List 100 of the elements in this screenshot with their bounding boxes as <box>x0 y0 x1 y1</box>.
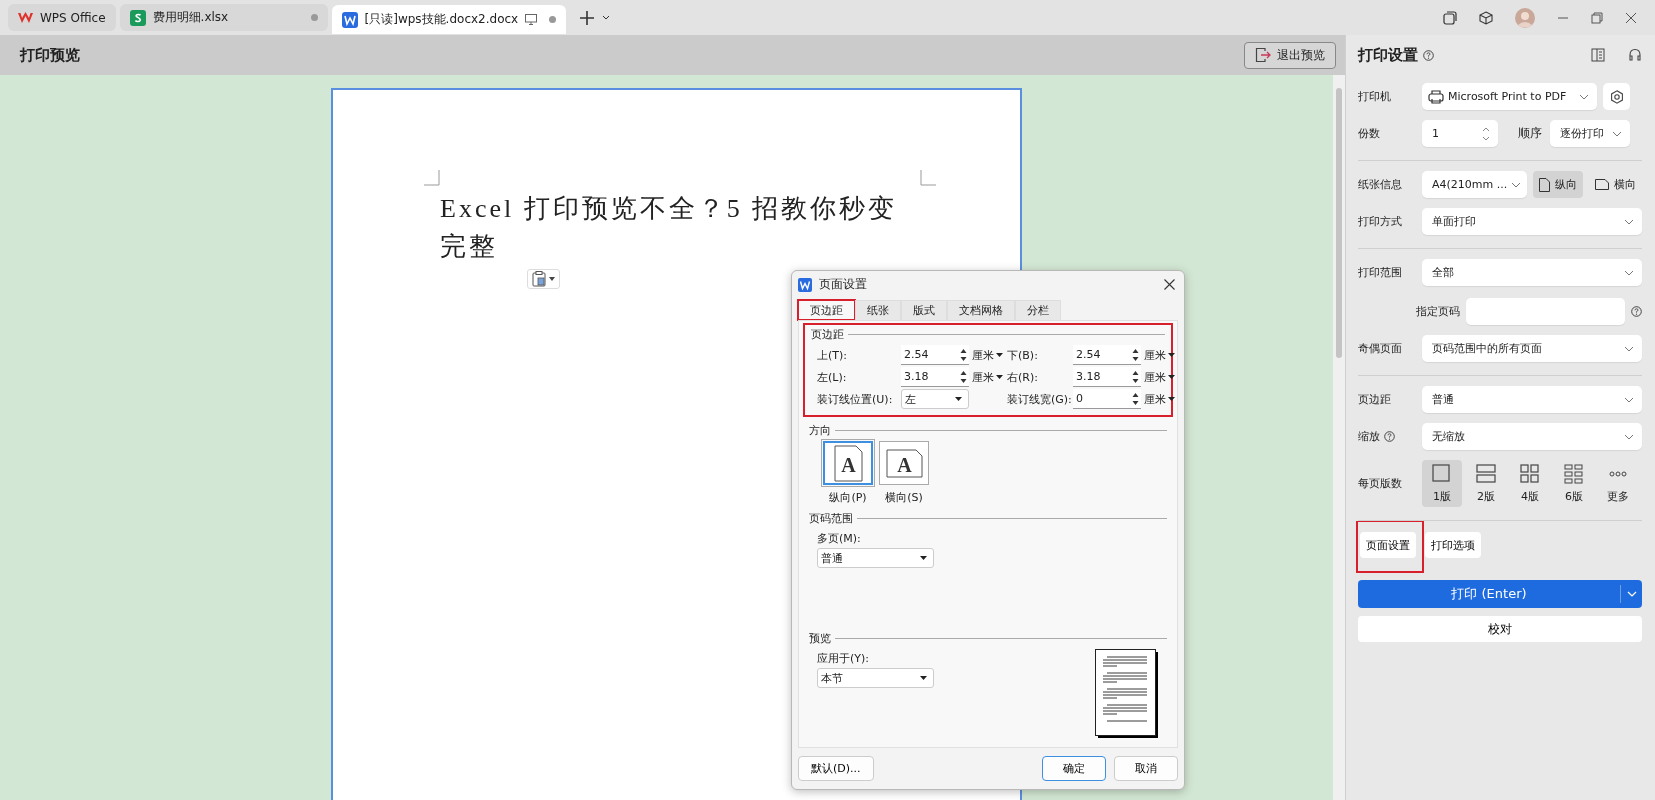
action-button[interactable]: 打印选项 <box>1425 532 1481 558</box>
input-field[interactable]: 3.18 <box>901 367 969 387</box>
field-label: 页边距 <box>1358 392 1391 407</box>
orientation-button[interactable]: 横向 <box>1589 171 1642 198</box>
pages-per-sheet-option[interactable]: 4版 <box>1510 460 1550 507</box>
field-label: 打印方式 <box>1358 214 1402 229</box>
orientation-option[interactable]: A <box>823 441 873 485</box>
unit-dropdown[interactable]: 厘米 <box>1141 391 1179 407</box>
unit-dropdown[interactable]: 厘米 <box>1141 347 1179 363</box>
document-title: Excel 打印预览不全？5 招教你秒变完整 <box>440 193 899 263</box>
paste-options-button[interactable] <box>527 269 560 289</box>
dot-icon <box>549 16 557 23</box>
dropdown[interactable]: 单面打印 <box>1422 208 1642 235</box>
document-icon <box>798 277 812 292</box>
tab[interactable]: 纸张 <box>855 300 901 320</box>
chevron-icon[interactable] <box>602 15 611 20</box>
dropdown[interactable]: 逐份打印 <box>1550 120 1630 147</box>
field-label: 装订线位置(U): <box>817 391 894 407</box>
landscape-page-icon <box>1595 179 1609 190</box>
chevron-icon <box>1624 218 1634 225</box>
field-label: 奇偶页面 <box>1358 341 1402 356</box>
layout-icon <box>1432 463 1452 484</box>
pages-per-sheet-option[interactable]: 6版 <box>1554 460 1594 507</box>
document-icon <box>341 11 358 28</box>
exit-preview-button[interactable]: 退出预览 <box>1244 41 1336 69</box>
dropdown[interactable]: 普通 <box>1422 386 1642 413</box>
tab[interactable]: WPS Office <box>8 4 116 31</box>
dot-icon <box>310 14 318 21</box>
tab[interactable]: 分栏 <box>1015 300 1061 320</box>
field-label: 份数 <box>1358 126 1380 141</box>
help-icon <box>1631 306 1642 317</box>
field-label: 指定页码 <box>1416 304 1460 319</box>
spinner-icon <box>1482 125 1490 142</box>
chevron-icon <box>1624 269 1634 276</box>
layout-icon <box>1520 463 1540 484</box>
pages-per-sheet-option[interactable]: 2版 <box>1466 460 1506 507</box>
copies-field[interactable]: 1 <box>1422 120 1498 147</box>
pages-per-sheet-option[interactable]: 更多 <box>1598 460 1638 507</box>
dropdown[interactable]: 左 <box>901 389 969 409</box>
restore-icon[interactable] <box>1591 11 1603 24</box>
field-label: 纸张信息 <box>1358 177 1402 192</box>
unit-dropdown[interactable]: 厘米 <box>969 369 1007 385</box>
headset-icon[interactable] <box>1628 48 1642 62</box>
panel-layout-icon[interactable] <box>1591 48 1605 62</box>
close-icon[interactable] <box>1164 279 1175 290</box>
orientation-button[interactable]: 纵向 <box>1533 171 1583 198</box>
tab[interactable]: [只读]wps技能.docx2.docx <box>331 5 567 34</box>
corner-mark-icon <box>920 170 936 186</box>
field-label: 顺序 <box>1518 125 1543 142</box>
orientation-option[interactable]: A <box>879 441 929 485</box>
print-button[interactable]: 打印 (Enter) <box>1358 580 1642 608</box>
printer-dropdown[interactable]: Microsoft Print to PDF <box>1422 83 1597 110</box>
dropdown[interactable]: 无缩放 <box>1422 423 1642 450</box>
dropdown[interactable]: 普通 <box>817 548 934 568</box>
portrait-page-icon <box>1539 177 1550 192</box>
unit-dropdown[interactable]: 厘米 <box>1141 369 1179 385</box>
printer-settings-button[interactable] <box>1603 83 1630 110</box>
dialog-title: 页面设置 <box>819 276 867 293</box>
input-field[interactable]: 0 <box>1073 389 1141 409</box>
input-field[interactable]: 2.54 <box>1073 345 1141 365</box>
default-button[interactable]: 默认(D)... <box>798 756 874 781</box>
dropdown[interactable]: 本节 <box>817 668 934 688</box>
tab[interactable]: 页边距 <box>798 300 855 320</box>
field-label: 上(T): <box>817 347 848 363</box>
plus-icon[interactable] <box>580 10 595 25</box>
field-label: 每页版数 <box>1358 476 1402 491</box>
cube-icon[interactable] <box>1479 10 1493 25</box>
section-heading: 页边距 <box>811 326 844 342</box>
action-button[interactable]: 页面设置 <box>1360 532 1416 558</box>
chevron-icon <box>1624 396 1634 403</box>
wps-logo-icon <box>18 11 33 24</box>
pages-per-sheet-option[interactable]: 1版 <box>1422 460 1462 507</box>
field-label: 多页(M): <box>817 531 862 546</box>
window-copy-icon[interactable] <box>1443 10 1457 25</box>
close-icon[interactable] <box>1625 11 1637 24</box>
monitor-icon <box>525 14 538 25</box>
scrollbar[interactable] <box>1333 75 1345 800</box>
settings-icon <box>1609 89 1624 104</box>
caret-icon <box>996 375 1003 379</box>
ok-button[interactable]: 确定 <box>1042 756 1106 781</box>
tab[interactable]: 文档网格 <box>947 300 1015 320</box>
chevron-icon <box>1612 130 1622 137</box>
corner-mark-icon <box>424 170 440 186</box>
page-number-field[interactable] <box>1466 298 1625 325</box>
section-heading: 方向 <box>809 422 831 438</box>
input-field[interactable]: 3.18 <box>1073 367 1141 387</box>
option-label: 纵向(P) <box>829 490 867 505</box>
spreadsheet-icon <box>129 9 146 26</box>
input-field[interactable]: 2.54 <box>901 345 969 365</box>
cancel-button[interactable]: 取消 <box>1114 756 1178 781</box>
caret-icon <box>996 353 1003 357</box>
dropdown[interactable]: 全部 <box>1422 259 1642 286</box>
exit-icon <box>1255 47 1271 63</box>
tab[interactable]: 费用明细.xlsx <box>119 4 328 31</box>
caret-icon <box>920 556 927 560</box>
proofread-button[interactable]: 校对 <box>1358 616 1642 642</box>
tab[interactable]: 版式 <box>901 300 947 320</box>
unit-dropdown[interactable]: 厘米 <box>969 347 1007 363</box>
dropdown[interactable]: A4(210mm ... <box>1422 171 1527 198</box>
dropdown[interactable]: 页码范围中的所有页面 <box>1422 335 1642 362</box>
